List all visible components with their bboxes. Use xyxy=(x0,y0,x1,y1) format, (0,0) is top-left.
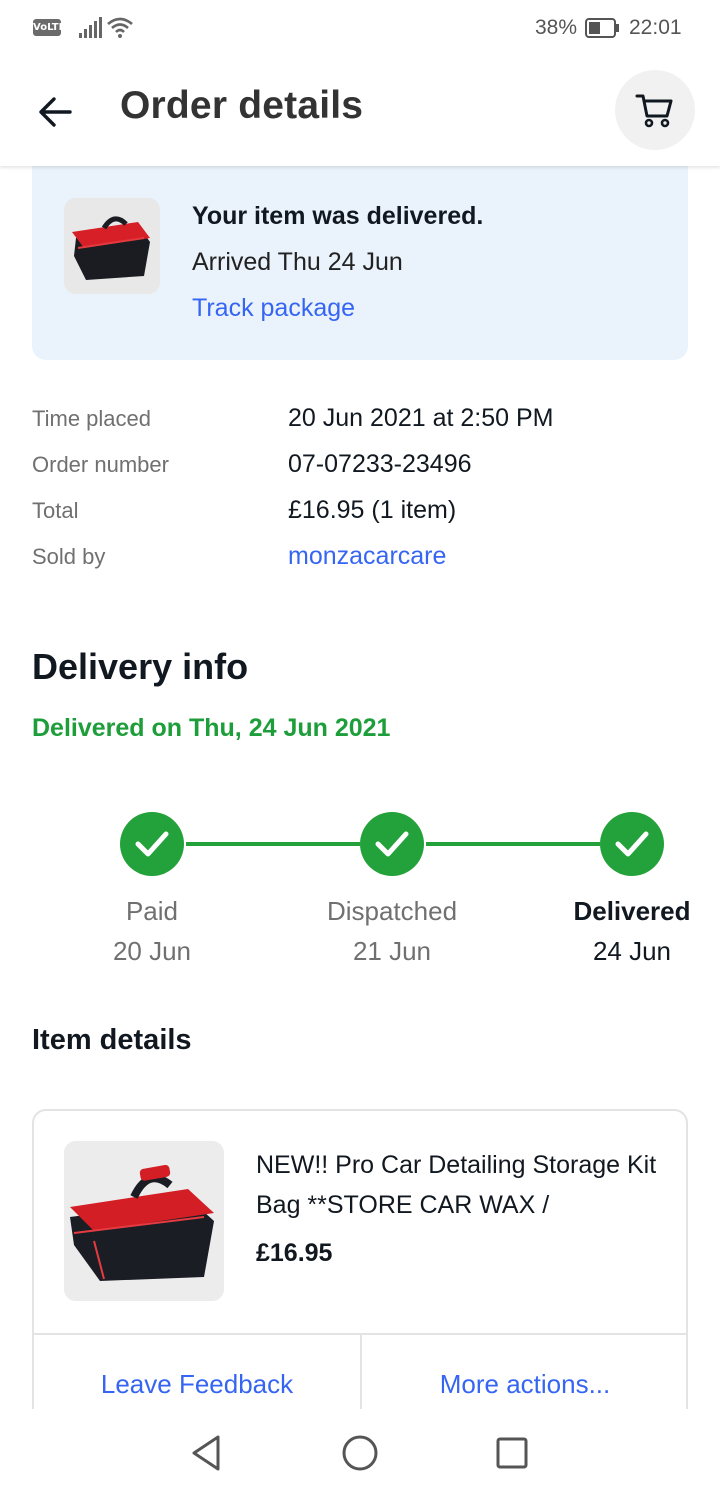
home-circle-icon xyxy=(342,1435,378,1471)
item-card: NEW!! Pro Car Detailing Storage Kit Bag … xyxy=(32,1109,688,1449)
dispatched-check-icon xyxy=(360,812,424,876)
item-title[interactable]: NEW!! Pro Car Detailing Storage Kit Bag … xyxy=(256,1145,666,1225)
info-label-sold-by: Sold by xyxy=(32,544,106,569)
info-label-time-placed: Time placed xyxy=(32,406,152,431)
signal-icon xyxy=(79,17,102,38)
status-bar: VoLTE 38% 22:01 xyxy=(0,0,720,56)
item-price: £16.95 xyxy=(256,1239,333,1267)
item-thumbnail[interactable] xyxy=(64,198,160,294)
info-label-total: Total xyxy=(32,498,79,523)
volte-icon: VoLTE xyxy=(33,19,65,36)
delivered-status: Delivered on Thu, 24 Jun 2021 xyxy=(32,714,391,742)
app-header: Order details xyxy=(0,56,720,166)
delivered-check-icon xyxy=(600,812,664,876)
step-date-paid: 20 Jun xyxy=(112,936,192,966)
info-value-time-placed: 20 Jun 2021 at 2:50 PM xyxy=(288,404,554,432)
track-package-link[interactable]: Track package xyxy=(192,294,355,323)
recents-square-icon xyxy=(496,1437,528,1469)
wifi-icon xyxy=(107,17,133,38)
info-label-order-number: Order number xyxy=(32,452,169,477)
nav-home-button[interactable] xyxy=(340,1433,380,1473)
battery-icon xyxy=(585,18,619,38)
step-label-paid: Paid xyxy=(125,896,179,926)
step-label-delivered: Delivered xyxy=(573,896,691,926)
back-button[interactable] xyxy=(34,90,78,134)
nav-back-button[interactable] xyxy=(186,1433,226,1473)
item-details-heading: Item details xyxy=(32,1024,192,1056)
system-nav-bar xyxy=(0,1409,720,1493)
paid-check-icon xyxy=(120,812,184,876)
progress-line xyxy=(186,842,360,846)
delivery-progress: Paid 20 Jun Dispatched 21 Jun Delivered … xyxy=(0,800,720,1000)
battery-percent: 38% xyxy=(535,16,578,39)
arrival-date: Arrived Thu 24 Jun xyxy=(192,248,403,276)
back-triangle-icon xyxy=(192,1435,220,1471)
delivery-info-heading: Delivery info xyxy=(32,646,249,687)
leave-feedback-button[interactable]: Leave Feedback xyxy=(34,1369,360,1400)
bag-image xyxy=(64,1141,224,1301)
seller-link[interactable]: monzacarcare xyxy=(288,542,446,571)
delivery-status-card: Your item was delivered. Arrived Thu 24 … xyxy=(32,166,688,360)
step-label-dispatched: Dispatched xyxy=(326,896,458,926)
info-value-total: £16.95 (1 item) xyxy=(288,496,457,524)
step-date-delivered: 24 Jun xyxy=(592,936,672,966)
step-date-dispatched: 21 Jun xyxy=(352,936,432,966)
progress-line xyxy=(426,842,600,846)
shopping-cart-icon xyxy=(635,94,673,128)
back-arrow-icon xyxy=(39,97,72,127)
cart-button[interactable] xyxy=(615,70,695,150)
item-image[interactable] xyxy=(64,1141,224,1301)
bag-image xyxy=(64,198,160,294)
clock: 22:01 xyxy=(629,16,682,39)
page-title: Order details xyxy=(120,84,364,127)
more-actions-button[interactable]: More actions... xyxy=(362,1369,686,1400)
order-details-screen: VoLTE 38% 22:01 Order details Your item … xyxy=(0,0,720,1493)
delivery-headline: Your item was delivered. xyxy=(192,202,484,230)
info-value-order-number: 07-07233-23496 xyxy=(288,450,472,478)
nav-recents-button[interactable] xyxy=(492,1433,532,1473)
